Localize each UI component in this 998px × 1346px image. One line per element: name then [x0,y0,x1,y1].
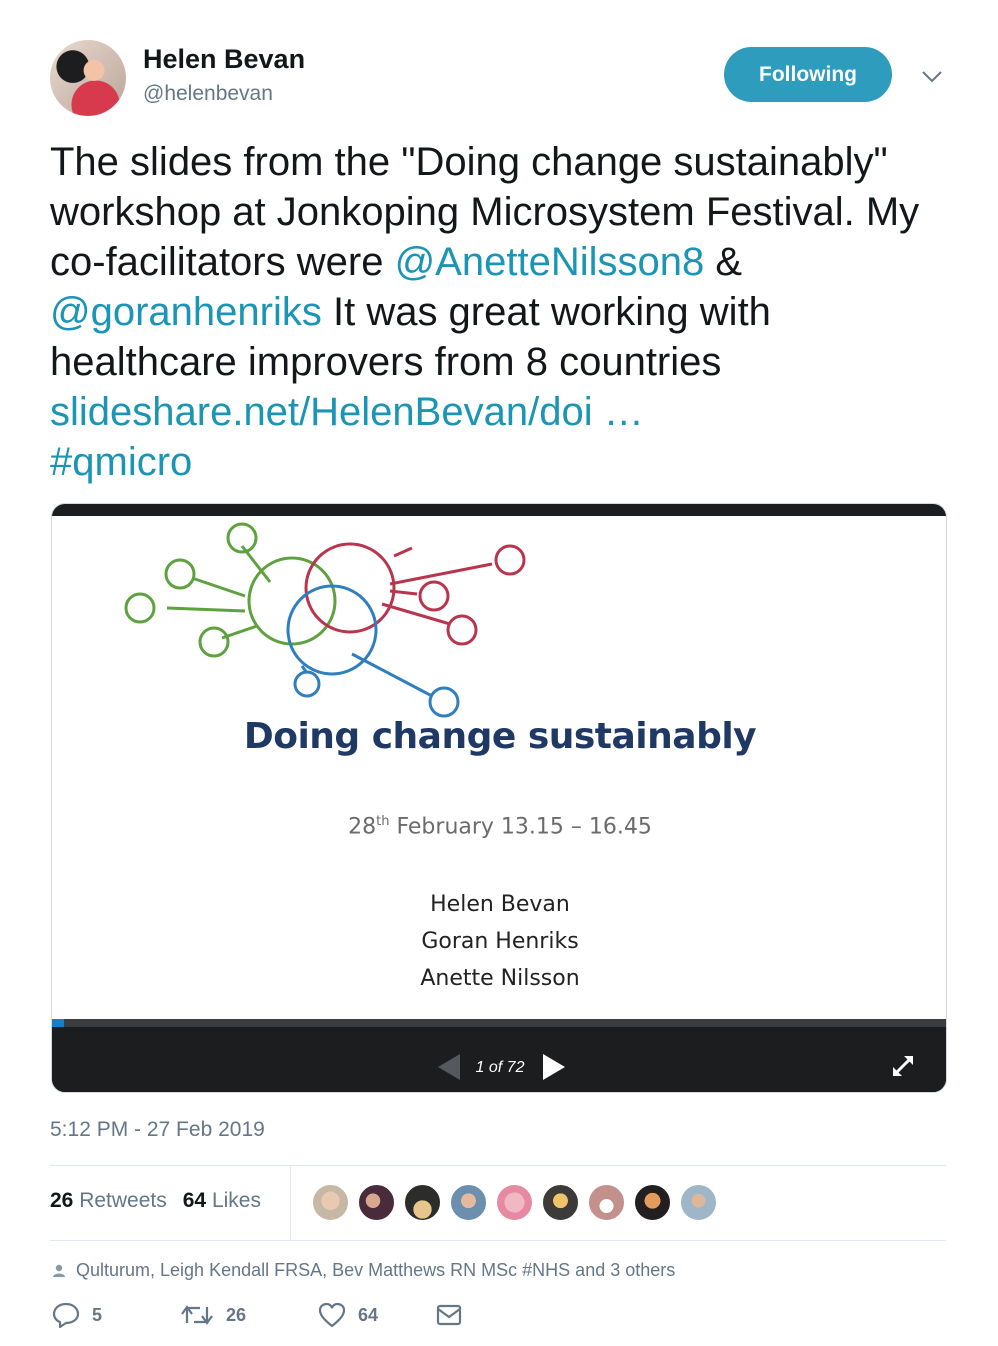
likes-label: Likes [211,1189,261,1212]
likes-count: 64 [182,1189,207,1212]
presenter-name: Anette Nilsson [420,966,580,991]
liker-avatar[interactable] [587,1183,626,1222]
chevron-down-icon[interactable] [918,63,946,91]
author-handle[interactable]: @helenbevan [143,82,273,106]
direct-message-button[interactable] [436,1304,462,1326]
slide-title: Doing change sustainably [243,716,757,757]
retweet-button[interactable]: 26 [180,1303,318,1327]
player-controls: 1 of 72 [52,1027,946,1092]
engagement-stats: 26 Retweets 64 Likes [50,1189,261,1213]
slide-date-day: 28 [348,814,377,840]
retweet-count: 26 [226,1304,247,1325]
liker-avatar[interactable] [311,1183,350,1222]
reply-icon [52,1302,80,1328]
slide-progress-fill [52,1019,65,1027]
slide-date: 28th February 13.15 – 16.45 [52,814,946,840]
retweets-stat[interactable]: 26 Retweets [50,1189,167,1212]
person-icon [53,1264,65,1277]
like-count: 64 [358,1304,379,1325]
stats-separator [290,1166,291,1240]
next-slide-icon[interactable] [541,1053,567,1081]
url-link[interactable]: slideshare.net/HelenBevan/doi … [50,390,644,434]
retweet-icon [181,1305,213,1325]
presenter-name: Goran Henriks [421,929,579,954]
liker-avatars [311,1183,718,1222]
liker-avatar[interactable] [633,1183,672,1222]
likes-stat[interactable]: 64 Likes [183,1189,261,1212]
action-bar: 5 26 64 [52,1302,462,1328]
liker-avatar[interactable] [679,1183,718,1222]
hashtag-link[interactable]: #qmicro [50,440,192,484]
following-button[interactable]: Following [724,47,892,102]
slide-presenters: Helen Bevan Goran Henriks Anette Nilsson [52,886,946,997]
slide-preview[interactable]: Doing change sustainably 28th February 1… [52,516,946,1019]
heart-icon [318,1302,346,1328]
network-diagram-logo [124,522,526,718]
slideshare-card[interactable]: Doing change sustainably 28th February 1… [51,503,947,1093]
liker-avatar[interactable] [357,1183,396,1222]
presenter-name: Helen Bevan [430,892,570,917]
like-button[interactable]: 64 [318,1302,436,1328]
liker-avatar[interactable] [495,1183,534,1222]
mention-link[interactable]: @AnetteNilsson8 [395,240,705,284]
slide-progress-bar[interactable] [52,1019,946,1027]
divider [50,1240,946,1241]
tweet-timestamp[interactable]: 5:12 PM - 27 Feb 2019 [50,1118,265,1142]
liked-by-text: Qulturum, Leigh Kendall FRSA, Bev Matthe… [76,1260,676,1280]
reply-count: 5 [92,1304,103,1325]
liker-avatar[interactable] [449,1183,488,1222]
liked-by-line[interactable]: Qulturum, Leigh Kendall FRSA, Bev Matthe… [52,1260,675,1281]
slide-date-suffix: th [376,814,390,829]
reply-button[interactable]: 5 [52,1302,180,1328]
avatar[interactable] [50,40,126,116]
page-indicator: 1 of 72 [475,1059,525,1076]
author-name[interactable]: Helen Bevan [143,44,305,75]
envelope-icon [436,1304,462,1326]
liker-avatar[interactable] [541,1183,580,1222]
liker-avatar[interactable] [403,1183,442,1222]
retweets-label: Retweets [79,1189,167,1212]
divider [50,1165,946,1166]
slide-date-rest: February 13.15 – 16.45 [389,814,652,840]
tweet-text-part: & [704,240,743,284]
retweets-count: 26 [50,1189,74,1212]
tweet-text: The slides from the "Doing change sustai… [50,137,960,487]
fullscreen-icon[interactable] [890,1053,916,1079]
mention-link[interactable]: @goranhenriks [50,290,322,334]
